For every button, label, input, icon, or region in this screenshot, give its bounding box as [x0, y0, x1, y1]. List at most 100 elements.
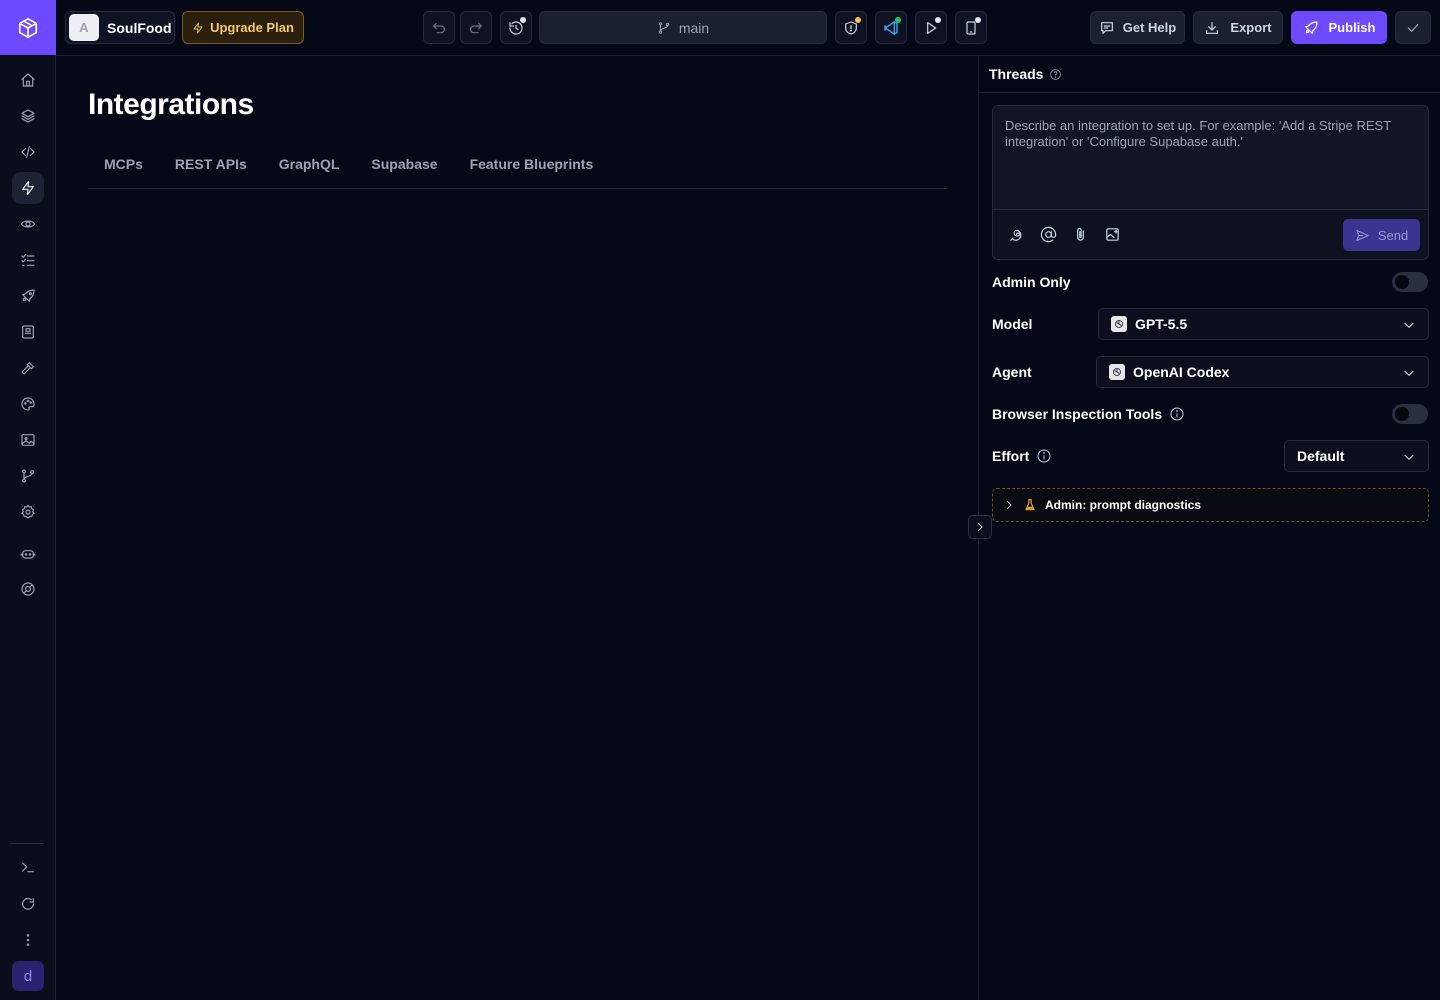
rail-docs[interactable]: [12, 316, 44, 348]
model-select[interactable]: GPT-5.5: [1098, 308, 1429, 340]
model-value: GPT-5.5: [1135, 316, 1188, 332]
tab-rest-apis[interactable]: REST APIs: [175, 148, 247, 188]
export-button[interactable]: Export: [1193, 11, 1283, 44]
history-button[interactable]: [500, 11, 532, 44]
rail-settings[interactable]: [12, 496, 44, 528]
browser-tools-toggle[interactable]: [1392, 404, 1428, 424]
run-button[interactable]: [915, 11, 947, 44]
rail-home[interactable]: [12, 64, 44, 96]
send-icon: [1356, 229, 1369, 241]
rail-preview[interactable]: [12, 208, 44, 240]
rail-theme[interactable]: [12, 388, 44, 420]
top-bar: A SoulFood Upgrade Plan main Get Help Ex…: [56, 0, 1440, 56]
chevron-down-icon: [1404, 322, 1414, 328]
refresh-icon: [22, 897, 34, 910]
eye-icon: [20, 220, 36, 228]
agent-label: Agent: [992, 364, 1032, 380]
rail-assets[interactable]: [12, 424, 44, 456]
chevron-right-icon: [978, 523, 983, 531]
redo-button[interactable]: [460, 11, 492, 44]
effort-label: Effort: [992, 448, 1052, 464]
git-branch-icon: [658, 21, 670, 34]
publish-label: Publish: [1328, 20, 1376, 35]
run-status-dot: [935, 17, 941, 23]
rail-deploy[interactable]: [12, 280, 44, 312]
security-button[interactable]: [835, 11, 867, 44]
effort-select[interactable]: Default: [1284, 440, 1429, 472]
image-icon: [21, 434, 35, 446]
publish-options-button[interactable]: [1395, 11, 1431, 44]
get-help-button[interactable]: Get Help: [1090, 11, 1185, 44]
agent-select[interactable]: OpenAI Codex: [1096, 356, 1429, 388]
user-avatar[interactable]: d: [12, 961, 44, 991]
app-logo[interactable]: [0, 0, 56, 55]
publish-button[interactable]: Publish: [1291, 11, 1387, 44]
prompt-input[interactable]: [993, 106, 1428, 210]
device-preview-button[interactable]: [955, 11, 987, 44]
admin-only-toggle[interactable]: [1392, 272, 1428, 292]
tab-mcps[interactable]: MCPs: [104, 148, 143, 188]
checklist-icon: [21, 254, 35, 266]
collapse-panel-button[interactable]: [968, 515, 992, 539]
paperclip-icon: [1076, 227, 1084, 241]
layers-icon: [21, 109, 35, 123]
flask-icon: [1025, 499, 1035, 511]
rail-support[interactable]: [12, 573, 44, 605]
help-circle-icon[interactable]: [1049, 68, 1062, 81]
bot-icon: [20, 550, 36, 559]
home-icon: [21, 73, 35, 87]
get-help-label: Get Help: [1122, 20, 1177, 35]
spiral-icon: [1009, 229, 1021, 241]
rocket-icon: [22, 289, 35, 302]
security-status-dot: [855, 17, 861, 23]
rail-more[interactable]: [12, 924, 44, 956]
branch-selector[interactable]: main: [539, 11, 827, 44]
model-label: Model: [992, 316, 1032, 332]
info-icon[interactable]: [1036, 448, 1052, 464]
rail-tasks[interactable]: [12, 244, 44, 276]
at-sign-icon: [1040, 226, 1056, 242]
chat-help-icon: [1100, 21, 1113, 34]
upgrade-plan-button[interactable]: Upgrade Plan: [182, 11, 304, 44]
send-button[interactable]: Send: [1343, 219, 1420, 251]
toggle-knob: [1395, 275, 1409, 289]
redo-icon: [470, 22, 482, 33]
mention-button[interactable]: [1037, 223, 1059, 245]
rail-git[interactable]: [12, 460, 44, 492]
rail-refresh[interactable]: [12, 888, 44, 920]
threads-title: Threads: [989, 66, 1044, 82]
effort-label-text: Effort: [992, 448, 1030, 464]
export-label: Export: [1230, 20, 1272, 35]
info-icon[interactable]: [1169, 406, 1185, 422]
history-status-dot: [520, 17, 526, 23]
integration-tabs: MCPs REST APIs GraphQL Supabase Feature …: [88, 148, 947, 189]
add-image-button[interactable]: [1101, 223, 1123, 245]
rail-build[interactable]: [12, 352, 44, 384]
prompt-diagnostics-expander[interactable]: Admin: prompt diagnostics: [992, 488, 1429, 522]
undo-button[interactable]: [423, 11, 455, 44]
browser-tools-text: Browser Inspection Tools: [992, 406, 1163, 422]
device-status-dot: [975, 17, 981, 23]
check-icon: [1407, 23, 1419, 32]
rail-agents[interactable]: [12, 538, 44, 570]
rail-terminal[interactable]: [12, 851, 44, 883]
rail-integrations[interactable]: [12, 172, 44, 204]
chevron-down-icon: [1404, 454, 1414, 460]
prompt-enhance-button[interactable]: [1005, 223, 1027, 245]
browser-tools-label: Browser Inspection Tools: [992, 406, 1185, 422]
tab-feature-blueprints[interactable]: Feature Blueprints: [470, 148, 594, 188]
rail-layers[interactable]: [12, 100, 44, 132]
image-plus-icon: [1105, 227, 1119, 241]
openai-icon: [1111, 316, 1127, 332]
lightning-icon: [22, 180, 34, 196]
tab-supabase[interactable]: Supabase: [371, 148, 437, 188]
vscode-button[interactable]: [875, 11, 907, 44]
attach-button[interactable]: [1069, 223, 1091, 245]
tab-graphql[interactable]: GraphQL: [279, 148, 340, 188]
page-title: Integrations: [88, 88, 254, 121]
project-switcher[interactable]: A SoulFood: [65, 11, 175, 44]
rail-code[interactable]: [12, 136, 44, 168]
model-label-text: Model: [992, 316, 1033, 332]
rocket-icon: [1304, 20, 1318, 34]
main-content: Integrations MCPs REST APIs GraphQL Supa…: [56, 56, 978, 1000]
